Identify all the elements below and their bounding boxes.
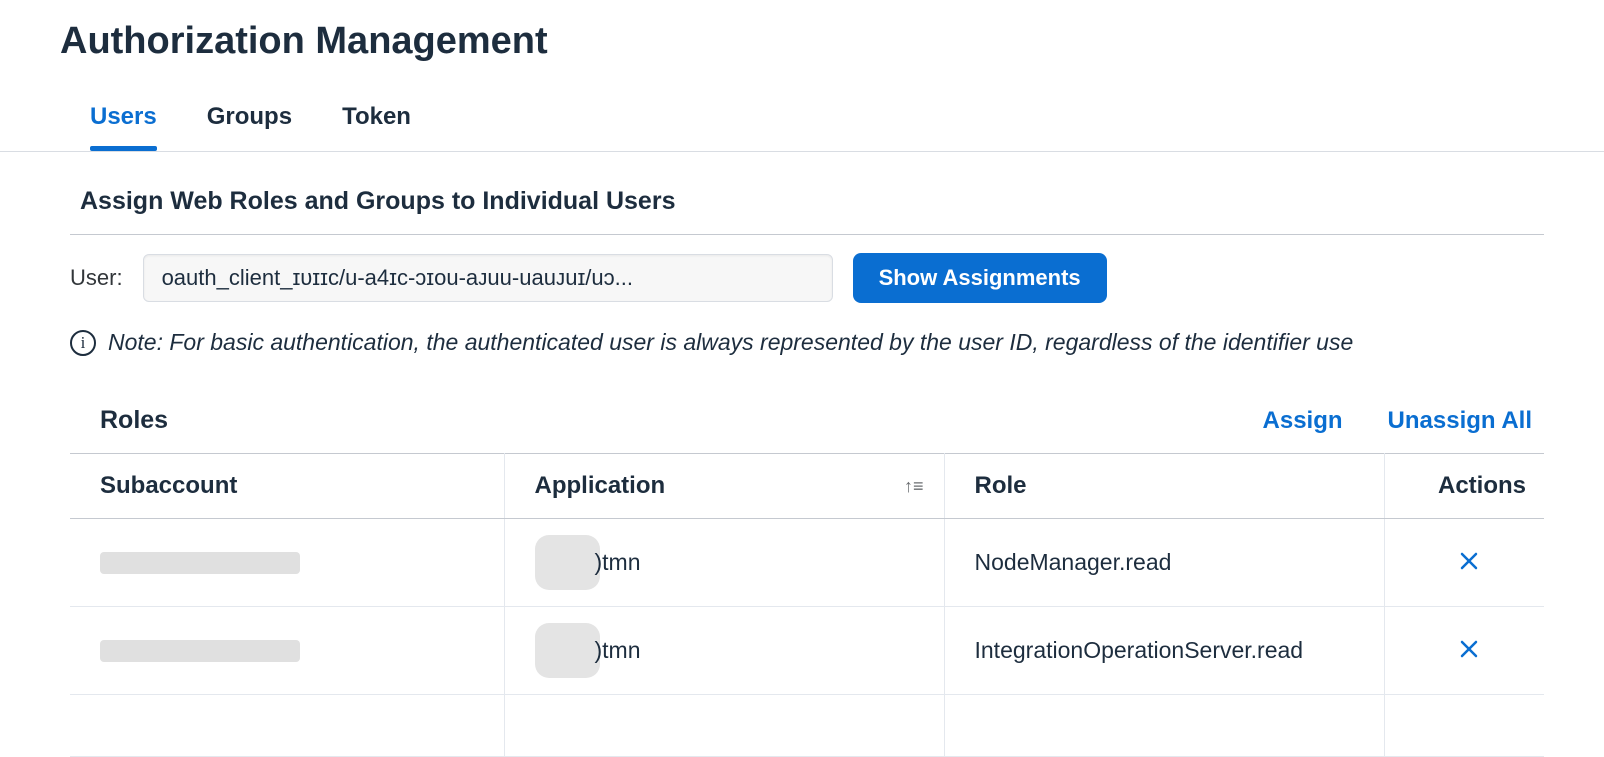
cell-actions: [1384, 519, 1544, 607]
close-icon: [1459, 639, 1479, 659]
roles-title: Roles: [100, 406, 168, 435]
section-title: Assign Web Roles and Groups to Individua…: [70, 177, 1544, 235]
cell-actions: [1384, 607, 1544, 695]
cell-role: IntegrationOperationServer.read: [944, 607, 1384, 695]
tabs: Users Groups Token: [0, 93, 1604, 152]
redacted-application-prefix: [535, 535, 600, 590]
cell-application: )tmn: [504, 607, 944, 695]
assign-button[interactable]: Assign: [1263, 407, 1343, 435]
page-title: Authorization Management: [0, 0, 1604, 93]
tab-token[interactable]: Token: [342, 93, 411, 151]
col-actions: Actions: [1384, 454, 1544, 519]
redacted-subaccount: [100, 640, 300, 662]
sort-asc-icon[interactable]: ↑≡: [904, 476, 924, 497]
note-text: Note: For basic authentication, the auth…: [108, 329, 1353, 356]
close-icon: [1459, 551, 1479, 571]
tab-users[interactable]: Users: [90, 93, 157, 151]
roles-header: Roles Assign Unassign All: [70, 366, 1544, 453]
cell-actions: [1384, 695, 1544, 757]
cell-subaccount: [70, 519, 504, 607]
col-subaccount[interactable]: Subaccount: [70, 454, 504, 519]
table-row: )tmn IntegrationOperationServer.read: [70, 607, 1544, 695]
col-application-label: Application: [535, 472, 666, 499]
user-label: User:: [70, 265, 123, 291]
application-tail: )tmn: [595, 637, 641, 664]
cell-subaccount: [70, 607, 504, 695]
remove-role-button[interactable]: [1459, 637, 1479, 663]
unassign-all-button[interactable]: Unassign All: [1388, 407, 1532, 435]
cell-role: NodeManager.read: [944, 519, 1384, 607]
info-icon: i: [70, 330, 96, 356]
tab-groups[interactable]: Groups: [207, 93, 292, 151]
application-tail: )tmn: [595, 549, 641, 576]
show-assignments-button[interactable]: Show Assignments: [853, 253, 1107, 303]
col-application[interactable]: Application ↑≡: [504, 454, 944, 519]
note-row: i Note: For basic authentication, the au…: [70, 315, 1544, 366]
cell-application: [504, 695, 944, 757]
cell-application: )tmn: [504, 519, 944, 607]
cell-subaccount: [70, 695, 504, 757]
user-select-row: User: Show Assignments: [70, 235, 1544, 315]
cell-role: [944, 695, 1384, 757]
table-row: )tmn NodeManager.read: [70, 519, 1544, 607]
redacted-subaccount: [100, 552, 300, 574]
redacted-application-prefix: [535, 623, 600, 678]
table-row: [70, 695, 1544, 757]
user-input[interactable]: [143, 254, 833, 302]
remove-role-button[interactable]: [1459, 549, 1479, 575]
roles-table: Subaccount Application ↑≡ Role Actions: [70, 453, 1544, 757]
col-role[interactable]: Role: [944, 454, 1384, 519]
